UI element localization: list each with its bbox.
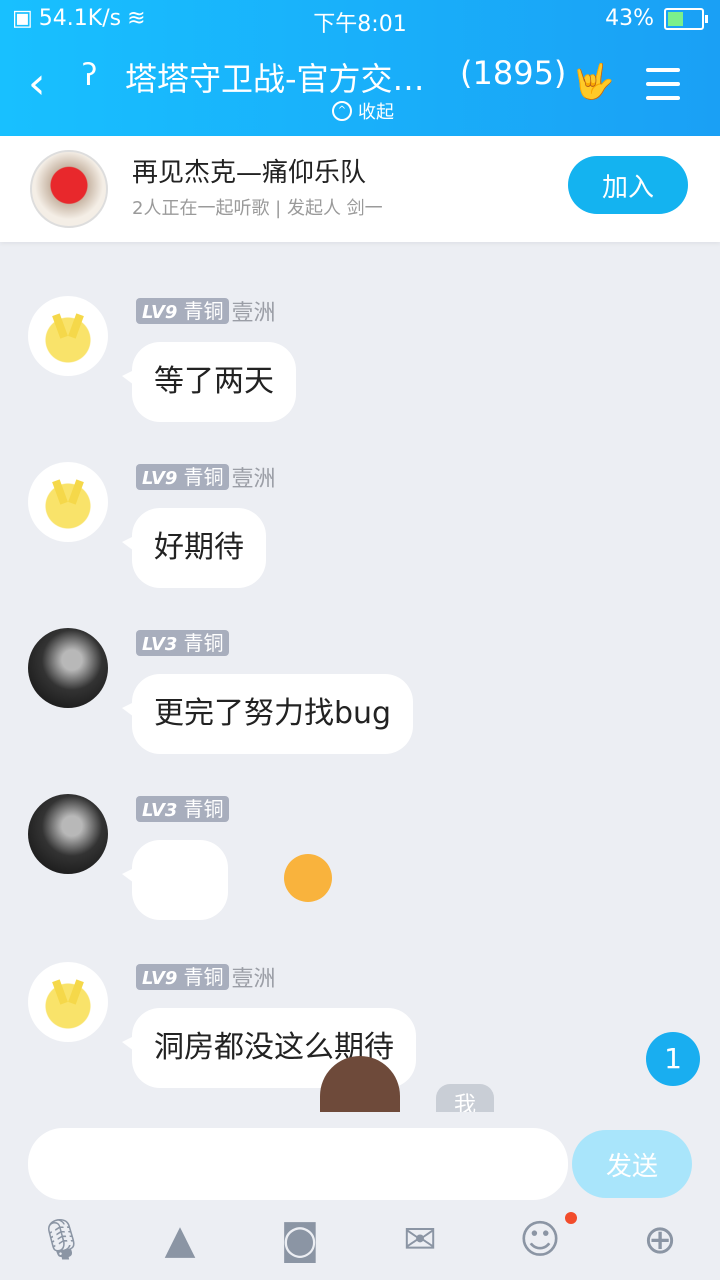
group-title[interactable]: 塔塔守卫战-官方交… xyxy=(125,54,425,100)
shiba-emoji-icon xyxy=(284,854,332,902)
microphone-icon[interactable]: 🎙 xyxy=(36,1216,87,1264)
sender-name: 壹洲 xyxy=(231,467,276,492)
level-badge: LV9 青铜 xyxy=(136,298,230,324)
avatar[interactable] xyxy=(28,628,108,708)
sender-name: 壹洲 xyxy=(231,967,276,992)
collapse-button[interactable]: ^ 收起 xyxy=(332,98,394,124)
header: ▣ 54.1K/s ≋ 下午8:01 43% ‹ ʔ 塔塔守卫战-官方交… (1… xyxy=(0,0,720,136)
battery-icon xyxy=(664,7,708,30)
avatar[interactable] xyxy=(28,962,108,1042)
sender-name: 壹洲 xyxy=(231,301,276,326)
listen-together-bar[interactable]: 再见杰克—痛仰乐队 2人正在一起听歌 | 发起人 剑一 加入 xyxy=(0,136,720,242)
level-badge: LV9 青铜 xyxy=(136,964,230,990)
message-bubble[interactable]: 等了两天 xyxy=(122,342,296,422)
join-button[interactable]: 加入 xyxy=(568,156,688,214)
back-icon[interactable]: ‹ xyxy=(28,62,46,106)
level-badge: LV3 青铜 xyxy=(136,630,230,656)
chevron-up-icon: ^ xyxy=(332,101,352,121)
message-input[interactable] xyxy=(28,1128,568,1200)
avatar[interactable] xyxy=(28,794,108,874)
emoji-icon[interactable]: ☺ xyxy=(516,1216,564,1264)
battery-percent: 43% xyxy=(605,6,654,31)
song-title: 再见杰克—痛仰乐队 xyxy=(132,158,367,188)
listen-subtitle: 2人正在一起听歌 | 发起人 剑一 xyxy=(132,198,383,219)
red-packet-icon[interactable]: ✉ xyxy=(396,1216,444,1264)
notification-dot xyxy=(565,1212,577,1224)
message-bubble[interactable] xyxy=(122,840,332,920)
album-cover xyxy=(30,150,108,228)
rock-hand-icon[interactable]: 🤟 xyxy=(572,62,614,102)
status-bar: ▣ 54.1K/s ≋ 下午8:01 43% xyxy=(0,0,720,40)
member-count: (1895) xyxy=(460,54,567,92)
avatar[interactable] xyxy=(28,462,108,542)
image-icon[interactable]: ▲ xyxy=(156,1216,204,1264)
level-badge: LV9 青铜 xyxy=(136,464,230,490)
message-bubble[interactable]: 更完了努力找bug xyxy=(121,674,414,754)
message-bubble[interactable]: 好期待 xyxy=(122,508,266,588)
input-bar: 发送 🎙 ▲ ◙ ✉ ☺ ⊕ xyxy=(0,1112,720,1280)
camera-icon[interactable]: ◙ xyxy=(276,1216,324,1264)
ear-icon[interactable]: ʔ xyxy=(82,58,97,93)
avatar[interactable] xyxy=(28,296,108,376)
menu-icon[interactable] xyxy=(646,68,680,110)
collapse-label: 收起 xyxy=(358,102,394,123)
unread-badge[interactable]: 1 xyxy=(646,1032,700,1086)
send-button[interactable]: 发送 xyxy=(572,1130,692,1198)
plus-icon[interactable]: ⊕ xyxy=(636,1216,684,1264)
level-badge: LV3 青铜 xyxy=(136,796,230,822)
